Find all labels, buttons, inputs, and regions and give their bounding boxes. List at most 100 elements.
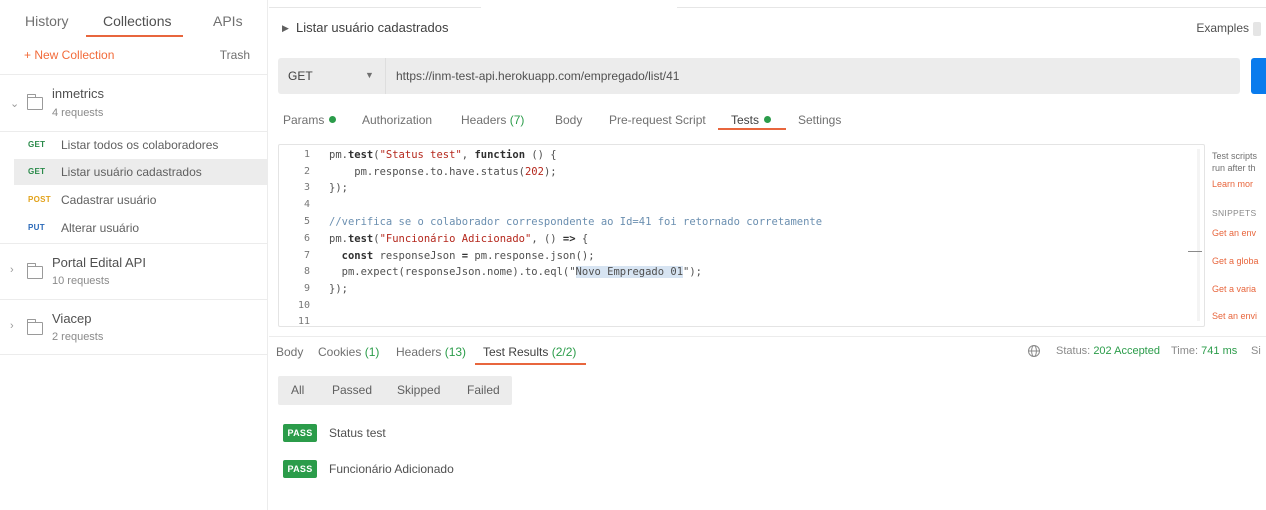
- collection-viacep[interactable]: › Viacep 2 requests: [0, 300, 268, 354]
- main-panel: ▶ Listar usuário cadastrados Examples GE…: [269, 0, 1266, 510]
- collapse-handle[interactable]: [1188, 251, 1202, 252]
- chevron-right-icon[interactable]: ›: [10, 320, 14, 332]
- request-name: Listar usuário cadastrados: [61, 165, 202, 179]
- snippet-link[interactable]: Get a varia: [1212, 284, 1256, 294]
- chevron-down-icon[interactable]: ⌄: [10, 97, 19, 110]
- method-badge: PUT: [28, 223, 45, 232]
- line-number: 11: [297, 316, 310, 327]
- snippets-panel: Test scripts run after th Learn mor SNIP…: [1212, 144, 1266, 327]
- tab-label: Tests: [731, 113, 760, 127]
- url-input[interactable]: https://inm-test-api.herokuapp.com/empre…: [396, 69, 679, 83]
- send-button[interactable]: [1251, 58, 1266, 94]
- code-editor[interactable]: 1 2 3 4 5 6 7 8 9 10 11 pm.test("Status …: [278, 144, 1205, 327]
- filter-all[interactable]: All: [291, 383, 304, 397]
- trash-button[interactable]: Trash: [220, 48, 250, 62]
- time-value: 741 ms: [1201, 345, 1238, 357]
- collection-count: 10 requests: [52, 275, 110, 287]
- tab-label: Cookies: [318, 345, 362, 359]
- line-number: 10: [297, 300, 310, 311]
- active-tab-underline: [475, 363, 586, 365]
- test-filter-bar: All Passed Skipped Failed: [278, 376, 512, 405]
- tab-headers[interactable]: Headers (7): [461, 113, 524, 127]
- new-collection-button[interactable]: + New Collection: [24, 48, 114, 62]
- code-line: pm.test("Funcionário Adicionado", () => …: [329, 233, 589, 245]
- request-item[interactable]: GET Listar todos os colaboradores: [14, 132, 268, 158]
- filter-skipped[interactable]: Skipped: [397, 383, 440, 397]
- status-dot-icon: [329, 116, 337, 123]
- tab-response-headers[interactable]: Headers (13): [396, 345, 466, 359]
- request-item[interactable]: POST Cadastrar usuário: [14, 187, 268, 213]
- tab-body[interactable]: Body: [555, 113, 582, 127]
- collection-inmetrics[interactable]: ⌄ inmetrics 4 requests: [0, 75, 268, 131]
- folder-icon: [26, 263, 43, 279]
- code-line: });: [329, 283, 348, 295]
- folder-icon: [26, 319, 43, 335]
- time-readout: Time: 741 ms: [1171, 345, 1237, 357]
- line-number: 3: [303, 182, 310, 193]
- status-dot-icon: [764, 116, 772, 123]
- tab-authorization[interactable]: Authorization: [362, 113, 432, 127]
- folder-icon: [26, 94, 43, 110]
- method-badge: GET: [28, 140, 46, 149]
- line-number: 8: [303, 266, 310, 277]
- tab-pre-request-script[interactable]: Pre-request Script: [609, 113, 706, 127]
- snippets-heading: SNIPPETS: [1212, 208, 1257, 218]
- tab-params[interactable]: Params: [283, 113, 337, 127]
- tab-count: (1): [364, 345, 380, 359]
- learn-more-link[interactable]: Learn mor: [1212, 179, 1253, 189]
- method-select[interactable]: GET ▼: [278, 58, 386, 94]
- tab-tests[interactable]: Tests: [731, 113, 772, 127]
- tab-response-body[interactable]: Body: [276, 345, 303, 359]
- request-name: Alterar usuário: [61, 221, 140, 235]
- code-line: pm.response.to.have.status(202);: [329, 166, 557, 178]
- examples-label: Examples: [1196, 21, 1249, 35]
- line-number-gutter: 1 2 3 4 5 6 7 8 9 10 11: [279, 145, 317, 327]
- examples-button[interactable]: Examples: [1196, 21, 1261, 36]
- line-number: 1: [303, 149, 310, 160]
- line-number: 6: [303, 233, 310, 244]
- tab-collections[interactable]: Collections: [103, 13, 171, 29]
- snippet-link[interactable]: Set an envi: [1212, 311, 1257, 321]
- status-readout: Status: 202 Accepted: [1056, 345, 1160, 357]
- globe-icon[interactable]: [1027, 344, 1041, 358]
- sidebar: History Collections APIs + New Collectio…: [0, 0, 268, 510]
- url-bar: GET ▼ https://inm-test-api.herokuapp.com…: [278, 58, 1240, 94]
- pass-badge: PASS: [283, 460, 317, 478]
- collection-portal-edital-api[interactable]: › Portal Edital API 10 requests: [0, 244, 268, 299]
- top-tab-strip: [269, 0, 1266, 10]
- editor-scrollbar[interactable]: [1197, 149, 1200, 321]
- collection-name: Portal Edital API: [52, 255, 146, 270]
- filter-failed[interactable]: Failed: [467, 383, 500, 397]
- chevron-right-icon[interactable]: ›: [10, 264, 14, 276]
- line-number: 5: [303, 216, 310, 227]
- method-badge: GET: [28, 167, 46, 176]
- divider: [269, 336, 1266, 337]
- filter-passed[interactable]: Passed: [332, 383, 372, 397]
- collection-name: Viacep: [52, 311, 92, 326]
- request-item[interactable]: PUT Alterar usuário: [14, 215, 268, 241]
- caret-right-icon[interactable]: ▶: [282, 23, 289, 34]
- method-badge: POST: [28, 195, 51, 204]
- tab-history[interactable]: History: [25, 13, 69, 29]
- tab-test-results[interactable]: Test Results (2/2): [483, 345, 576, 359]
- active-tab-underline: [718, 128, 786, 130]
- tab-count: (7): [509, 113, 525, 127]
- snippet-link[interactable]: Get a globa: [1212, 256, 1259, 266]
- tab-count: (2/2): [551, 345, 577, 359]
- request-title[interactable]: Listar usuário cadastrados: [296, 20, 448, 35]
- code-comment: //verifica se o colaborador corresponden…: [329, 216, 823, 228]
- code-line: pm.test("Status test", function () {: [329, 149, 557, 161]
- code-content[interactable]: pm.test("Status test", function () { pm.…: [329, 145, 1189, 326]
- test-name: Status test: [329, 426, 386, 440]
- line-number: 2: [303, 166, 310, 177]
- selection-highlight: Novo Empregado 01: [575, 266, 684, 278]
- request-item-selected[interactable]: GET Listar usuário cadastrados: [14, 159, 268, 185]
- tab-settings[interactable]: Settings: [798, 113, 841, 127]
- examples-count-badge: [1253, 21, 1261, 36]
- line-number: 4: [303, 199, 310, 210]
- snippet-link[interactable]: Get an env: [1212, 228, 1256, 238]
- tab-apis[interactable]: APIs: [213, 13, 243, 29]
- request-name: Cadastrar usuário: [61, 193, 157, 207]
- test-name: Funcionário Adicionado: [329, 462, 454, 476]
- tab-cookies[interactable]: Cookies (1): [318, 345, 379, 359]
